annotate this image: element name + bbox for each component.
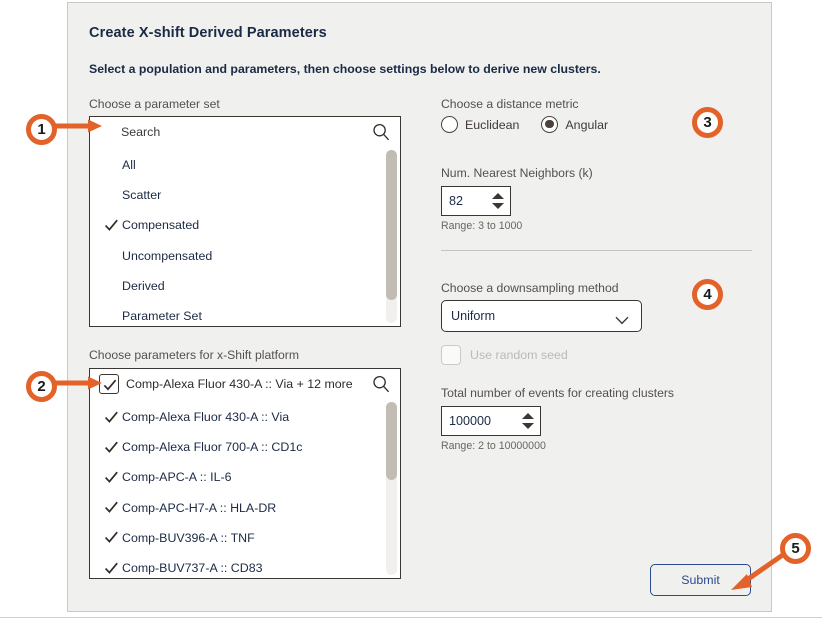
chevron-down-icon <box>615 312 629 324</box>
nearest-neighbors-range: Range: 3 to 1000 <box>441 220 523 232</box>
parameters-label: Choose parameters for x-Shift platform <box>89 348 299 362</box>
radio-angular-label: Angular <box>565 117 609 132</box>
use-random-seed-row[interactable]: Use random seed <box>441 345 568 365</box>
list-item[interactable]: All <box>90 150 400 180</box>
list-item-label: Comp-Alexa Fluor 700-A :: CD1c <box>122 440 303 455</box>
section-divider <box>441 250 752 251</box>
parameters-search-icon[interactable] <box>372 375 390 393</box>
distance-metric-label: Choose a distance metric <box>441 97 579 111</box>
list-item-label: Compensated <box>122 218 200 233</box>
parameter-set-scrollbar-thumb[interactable] <box>386 150 397 300</box>
nearest-neighbors-value[interactable]: 82 <box>442 194 488 208</box>
list-item[interactable]: Derived <box>90 271 400 301</box>
callout-arrow-1 <box>52 119 102 133</box>
parameter-set-options-list[interactable]: All Scatter Compensated Uncompensated Derive… <box>89 147 401 327</box>
list-item-label: Comp-BUV737-A :: CD83 <box>122 561 263 576</box>
list-item-label: Comp-Alexa Fluor 430-A :: Via <box>122 410 290 425</box>
check-icon <box>104 530 122 545</box>
radio-euclidean[interactable] <box>441 116 458 133</box>
list-item[interactable]: Parameter Set <box>90 301 400 326</box>
dialog-subtitle: Select a population and parameters, then… <box>89 62 601 76</box>
radio-angular[interactable] <box>541 116 559 133</box>
stepper-up-icon[interactable] <box>492 193 504 199</box>
list-item-label: Parameter Set <box>122 309 202 324</box>
list-item-label: Comp-APC-A :: IL-6 <box>122 470 232 485</box>
parameter-set-search-input[interactable]: Search <box>89 116 401 148</box>
callout-badge-4: 4 <box>692 279 723 310</box>
create-xshift-dialog: Create X-shift Derived Parameters Select… <box>67 2 772 612</box>
stepper-down-icon[interactable] <box>522 423 534 429</box>
parameters-selected-value: Comp-Alexa Fluor 430-A :: Via + 12 more <box>126 377 353 391</box>
downsampling-method-value: Uniform <box>451 309 496 323</box>
callout-badge-2: 2 <box>26 371 57 402</box>
list-item[interactable]: Comp-BUV396-A :: TNF <box>90 523 400 553</box>
page-title: Create X-shift Derived Parameters <box>89 25 327 41</box>
check-icon <box>104 218 122 233</box>
list-item-label: Scatter <box>122 188 162 203</box>
check-icon <box>104 410 122 425</box>
list-item-label: Comp-BUV396-A :: TNF <box>122 530 255 545</box>
list-item-label: Derived <box>122 278 165 293</box>
callout-badge-5: 5 <box>780 533 811 564</box>
list-item[interactable]: Comp-Alexa Fluor 430-A :: Via <box>90 402 400 432</box>
check-icon <box>104 440 122 455</box>
parameter-set-label: Choose a parameter set <box>89 97 220 111</box>
parameters-combo-input[interactable]: Comp-Alexa Fluor 430-A :: Via + 12 more <box>89 368 401 400</box>
parameters-options-list[interactable]: Comp-Alexa Fluor 430-A :: ViaComp-Alexa … <box>89 399 401 579</box>
stepper-down-icon[interactable] <box>492 203 504 209</box>
list-item-label: All <box>122 158 136 173</box>
total-events-arrows[interactable] <box>518 407 540 435</box>
list-item[interactable]: Comp-APC-H7-A :: HLA-DR <box>90 493 400 523</box>
check-icon <box>104 500 122 515</box>
list-item[interactable]: Comp-APC-A :: IL-6 <box>90 462 400 492</box>
total-events-value[interactable]: 100000 <box>442 414 518 428</box>
check-icon <box>104 561 122 576</box>
parameter-set-search-placeholder: Search <box>121 125 161 139</box>
total-events-range: Range: 2 to 10000000 <box>441 440 546 452</box>
total-events-stepper[interactable]: 100000 <box>441 406 541 436</box>
stepper-up-icon[interactable] <box>522 413 534 419</box>
list-item-label: Uncompensated <box>122 248 213 263</box>
downsampling-method-select[interactable]: Uniform <box>441 300 642 332</box>
list-item[interactable]: Scatter <box>90 180 400 210</box>
list-item[interactable]: Uncompensated <box>90 241 400 271</box>
use-random-seed-label: Use random seed <box>470 348 568 362</box>
distance-metric-radio-group: Euclidean Angular <box>441 116 630 133</box>
nearest-neighbors-label: Num. Nearest Neighbors (k) <box>441 166 593 180</box>
parameter-set-scrollbar[interactable] <box>386 150 397 323</box>
list-item[interactable]: Comp-Alexa Fluor 700-A :: CD1c <box>90 432 400 462</box>
list-item[interactable]: Compensated <box>90 210 400 240</box>
total-events-label: Total number of events for creating clus… <box>441 386 675 400</box>
use-random-seed-checkbox <box>441 345 461 365</box>
search-icon <box>372 123 390 141</box>
nearest-neighbors-arrows[interactable] <box>488 187 510 215</box>
check-icon <box>104 470 122 485</box>
nearest-neighbors-stepper[interactable]: 82 <box>441 186 511 216</box>
radio-euclidean-label: Euclidean <box>465 117 520 132</box>
callout-arrow-2 <box>52 376 102 390</box>
list-item-label: Comp-APC-H7-A :: HLA-DR <box>122 500 277 515</box>
downsampling-method-label: Choose a downsampling method <box>441 281 619 295</box>
list-item[interactable]: Comp-BUV737-A :: CD83 <box>90 553 400 578</box>
callout-badge-1: 1 <box>26 114 57 145</box>
parameters-scrollbar-thumb[interactable] <box>386 402 397 480</box>
page-bottom-rule <box>0 617 822 618</box>
callout-badge-3: 3 <box>692 107 723 138</box>
parameters-scrollbar[interactable] <box>386 402 397 575</box>
